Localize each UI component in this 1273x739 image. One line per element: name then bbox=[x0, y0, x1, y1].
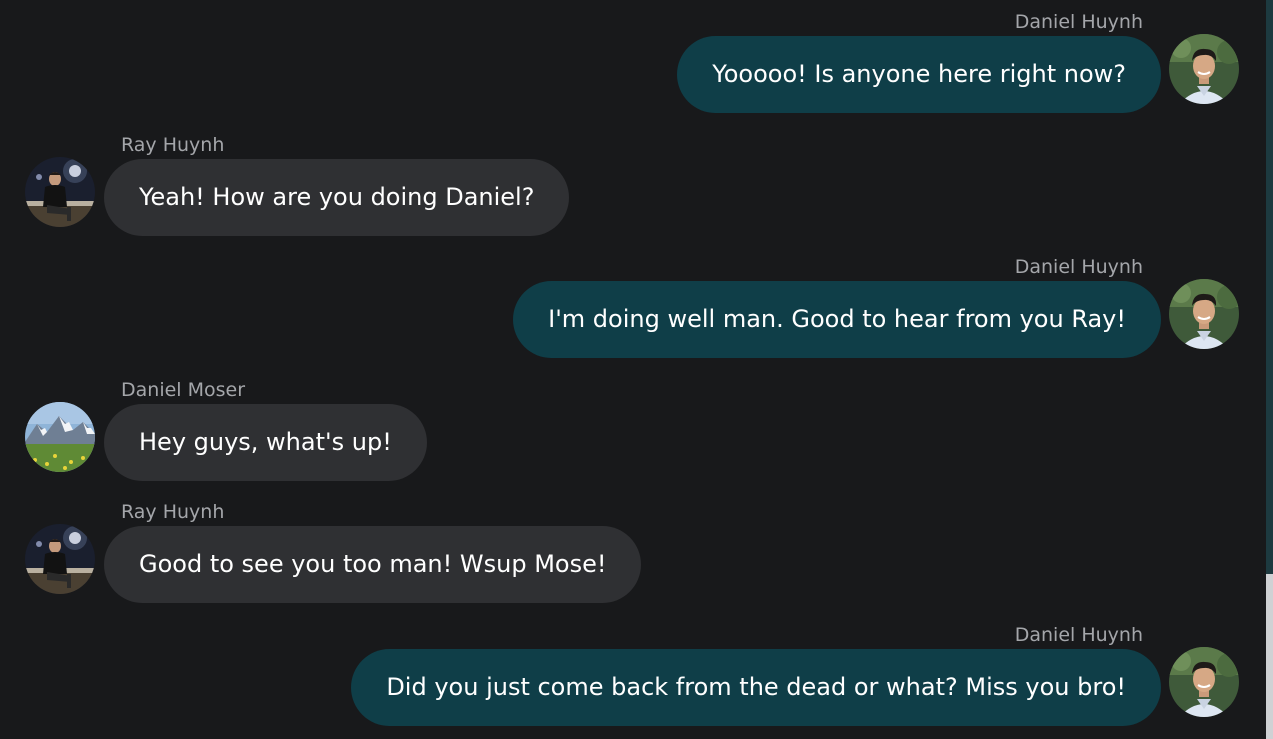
message-bubble[interactable]: I'm doing well man. Good to hear from yo… bbox=[513, 281, 1161, 358]
sender-name: Daniel Huynh bbox=[1014, 624, 1143, 646]
message-incoming: Ray Huynh Yeah! How are you doing Daniel… bbox=[0, 133, 1266, 245]
message-incoming: Daniel Moser Hey guys, what's up! bbox=[0, 378, 1266, 490]
sender-name: Ray Huynh bbox=[121, 134, 225, 156]
daniel-huynh-avatar[interactable] bbox=[1169, 647, 1239, 717]
sender-name: Daniel Huynh bbox=[1014, 256, 1143, 278]
message-outgoing: Daniel Huynh Yooooo! Is anyone here righ… bbox=[0, 10, 1266, 122]
sender-name: Ray Huynh bbox=[121, 501, 225, 523]
scrollbar-track-lower[interactable] bbox=[1266, 574, 1273, 739]
daniel-moser-avatar[interactable] bbox=[25, 402, 95, 472]
sender-name: Daniel Huynh bbox=[1014, 11, 1143, 33]
message-outgoing: Daniel Huynh I'm doing well man. Good to… bbox=[0, 255, 1266, 367]
message-outgoing: Daniel Huynh Did you just come back from… bbox=[0, 623, 1266, 735]
daniel-huynh-avatar[interactable] bbox=[1169, 279, 1239, 349]
sender-name: Daniel Moser bbox=[121, 379, 246, 401]
message-bubble[interactable]: Good to see you too man! Wsup Mose! bbox=[104, 526, 642, 603]
ray-huynh-avatar[interactable] bbox=[25, 524, 95, 594]
message-bubble[interactable]: Yeah! How are you doing Daniel? bbox=[104, 159, 570, 236]
message-bubble[interactable]: Yooooo! Is anyone here right now? bbox=[677, 36, 1161, 113]
ray-huynh-avatar[interactable] bbox=[25, 157, 95, 227]
message-incoming: Ray Huynh Good to see you too man! Wsup … bbox=[0, 500, 1266, 612]
chat-thread: Daniel Huynh Yooooo! Is anyone here righ… bbox=[0, 0, 1273, 739]
message-bubble[interactable]: Hey guys, what's up! bbox=[104, 404, 427, 481]
scrollbar-thumb[interactable] bbox=[1266, 0, 1273, 574]
daniel-huynh-avatar[interactable] bbox=[1169, 34, 1239, 104]
message-bubble[interactable]: Did you just come back from the dead or … bbox=[351, 649, 1161, 726]
